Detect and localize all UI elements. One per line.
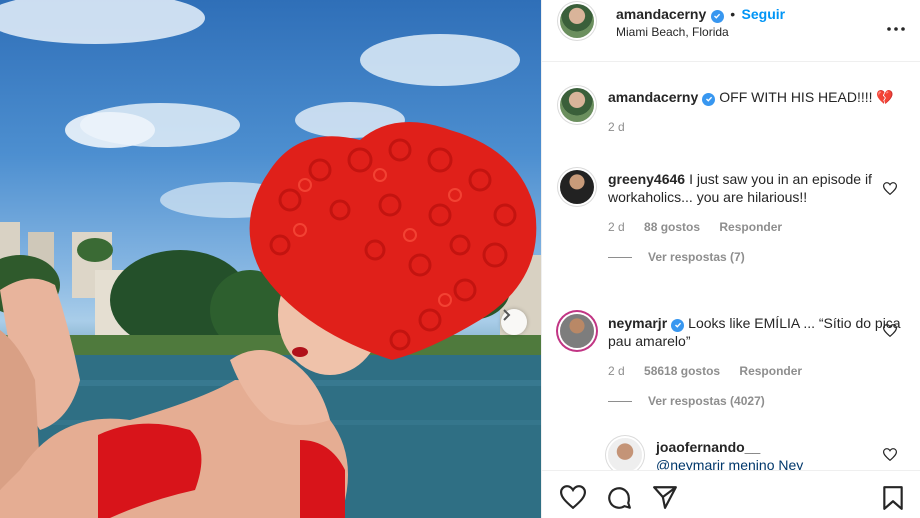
photo-illustration: [0, 0, 541, 518]
caption-author-avatar[interactable]: [560, 88, 594, 122]
post-header: amandacerny • Seguir Miami Beach, Florid…: [542, 0, 920, 62]
author-username[interactable]: amandacerny: [616, 6, 706, 22]
heart-icon[interactable]: [559, 485, 587, 514]
comment-meta: 2 d 58618 gostos Responder: [608, 364, 901, 378]
chevron-right-icon: [503, 309, 511, 321]
replies-divider: [608, 256, 632, 258]
post-photo[interactable]: [0, 0, 541, 518]
caption-username[interactable]: amandacerny: [608, 89, 698, 105]
verified-badge-icon: [710, 9, 724, 23]
reply-username[interactable]: joaofernando__: [656, 438, 897, 456]
carousel-next-button[interactable]: [501, 309, 527, 335]
replier-avatar[interactable]: [608, 438, 642, 470]
replies-divider: [608, 400, 632, 402]
verified-badge-icon: [702, 92, 716, 106]
comment-age[interactable]: 2 d: [608, 220, 625, 234]
comment-item: greeny4646 I just saw you in an episode i…: [560, 170, 901, 264]
comment-body: neymarjr Looks like EMÍLIA ... “Sítio do …: [608, 314, 901, 350]
author-line: amandacerny • Seguir: [616, 6, 785, 24]
author-avatar[interactable]: [560, 4, 594, 38]
comment-likes[interactable]: 58618 gostos: [644, 364, 720, 378]
caption-body: amandacerny OFF WITH HIS HEAD!!!! 💔: [608, 88, 901, 106]
post-location[interactable]: Miami Beach, Florida: [616, 25, 729, 39]
reply-button[interactable]: Responder: [719, 220, 782, 234]
comment-body: greeny4646 I just saw you in an episode i…: [608, 170, 901, 206]
follow-button[interactable]: Seguir: [742, 6, 786, 22]
commenter-avatar[interactable]: [560, 314, 594, 348]
comment-age[interactable]: 2 d: [608, 364, 625, 378]
comment-username[interactable]: greeny4646: [608, 171, 685, 187]
separator-dot: •: [730, 6, 736, 22]
reply-item: joaofernando__ @neymarjr menino Ney: [608, 438, 901, 470]
comment-meta: 2 d 88 gostos Responder: [608, 220, 901, 234]
more-options-icon[interactable]: [887, 18, 905, 36]
comment-like-heart-icon[interactable]: [882, 448, 898, 466]
comment-like-heart-icon[interactable]: [882, 182, 898, 200]
comment-icon[interactable]: [606, 485, 632, 516]
caption-age[interactable]: 2 d: [608, 120, 625, 134]
commenter-avatar[interactable]: [560, 170, 594, 204]
reply-text: @neymarjr menino Ney: [656, 457, 804, 470]
comment-item: neymarjr Looks like EMÍLIA ... “Sítio do …: [560, 314, 901, 408]
comment-likes[interactable]: 88 gostos: [644, 220, 700, 234]
view-replies-button[interactable]: Ver respostas (7): [608, 250, 901, 264]
verified-badge-icon: [671, 318, 685, 332]
view-replies-label: Ver respostas (7): [648, 250, 745, 264]
comments-list[interactable]: amandacerny OFF WITH HIS HEAD!!!! 💔 2 d g…: [542, 62, 920, 470]
caption-meta: 2 d: [608, 120, 901, 134]
view-replies-button[interactable]: Ver respostas (4027): [608, 394, 901, 408]
caption: amandacerny OFF WITH HIS HEAD!!!! 💔 2 d: [560, 88, 901, 134]
post-side-panel: amandacerny • Seguir Miami Beach, Florid…: [541, 0, 920, 518]
bookmark-icon[interactable]: [882, 485, 904, 516]
comment-like-heart-icon[interactable]: [882, 324, 898, 342]
comment-username[interactable]: neymarjr: [608, 315, 667, 331]
caption-text: OFF WITH HIS HEAD!!!! 💔: [719, 89, 894, 105]
reply-button[interactable]: Responder: [739, 364, 802, 378]
view-replies-label: Ver respostas (4027): [648, 394, 765, 408]
reply-body: joaofernando__ @neymarjr menino Ney: [656, 438, 901, 470]
share-icon[interactable]: [652, 485, 678, 514]
post-actions-bar: [542, 470, 920, 518]
